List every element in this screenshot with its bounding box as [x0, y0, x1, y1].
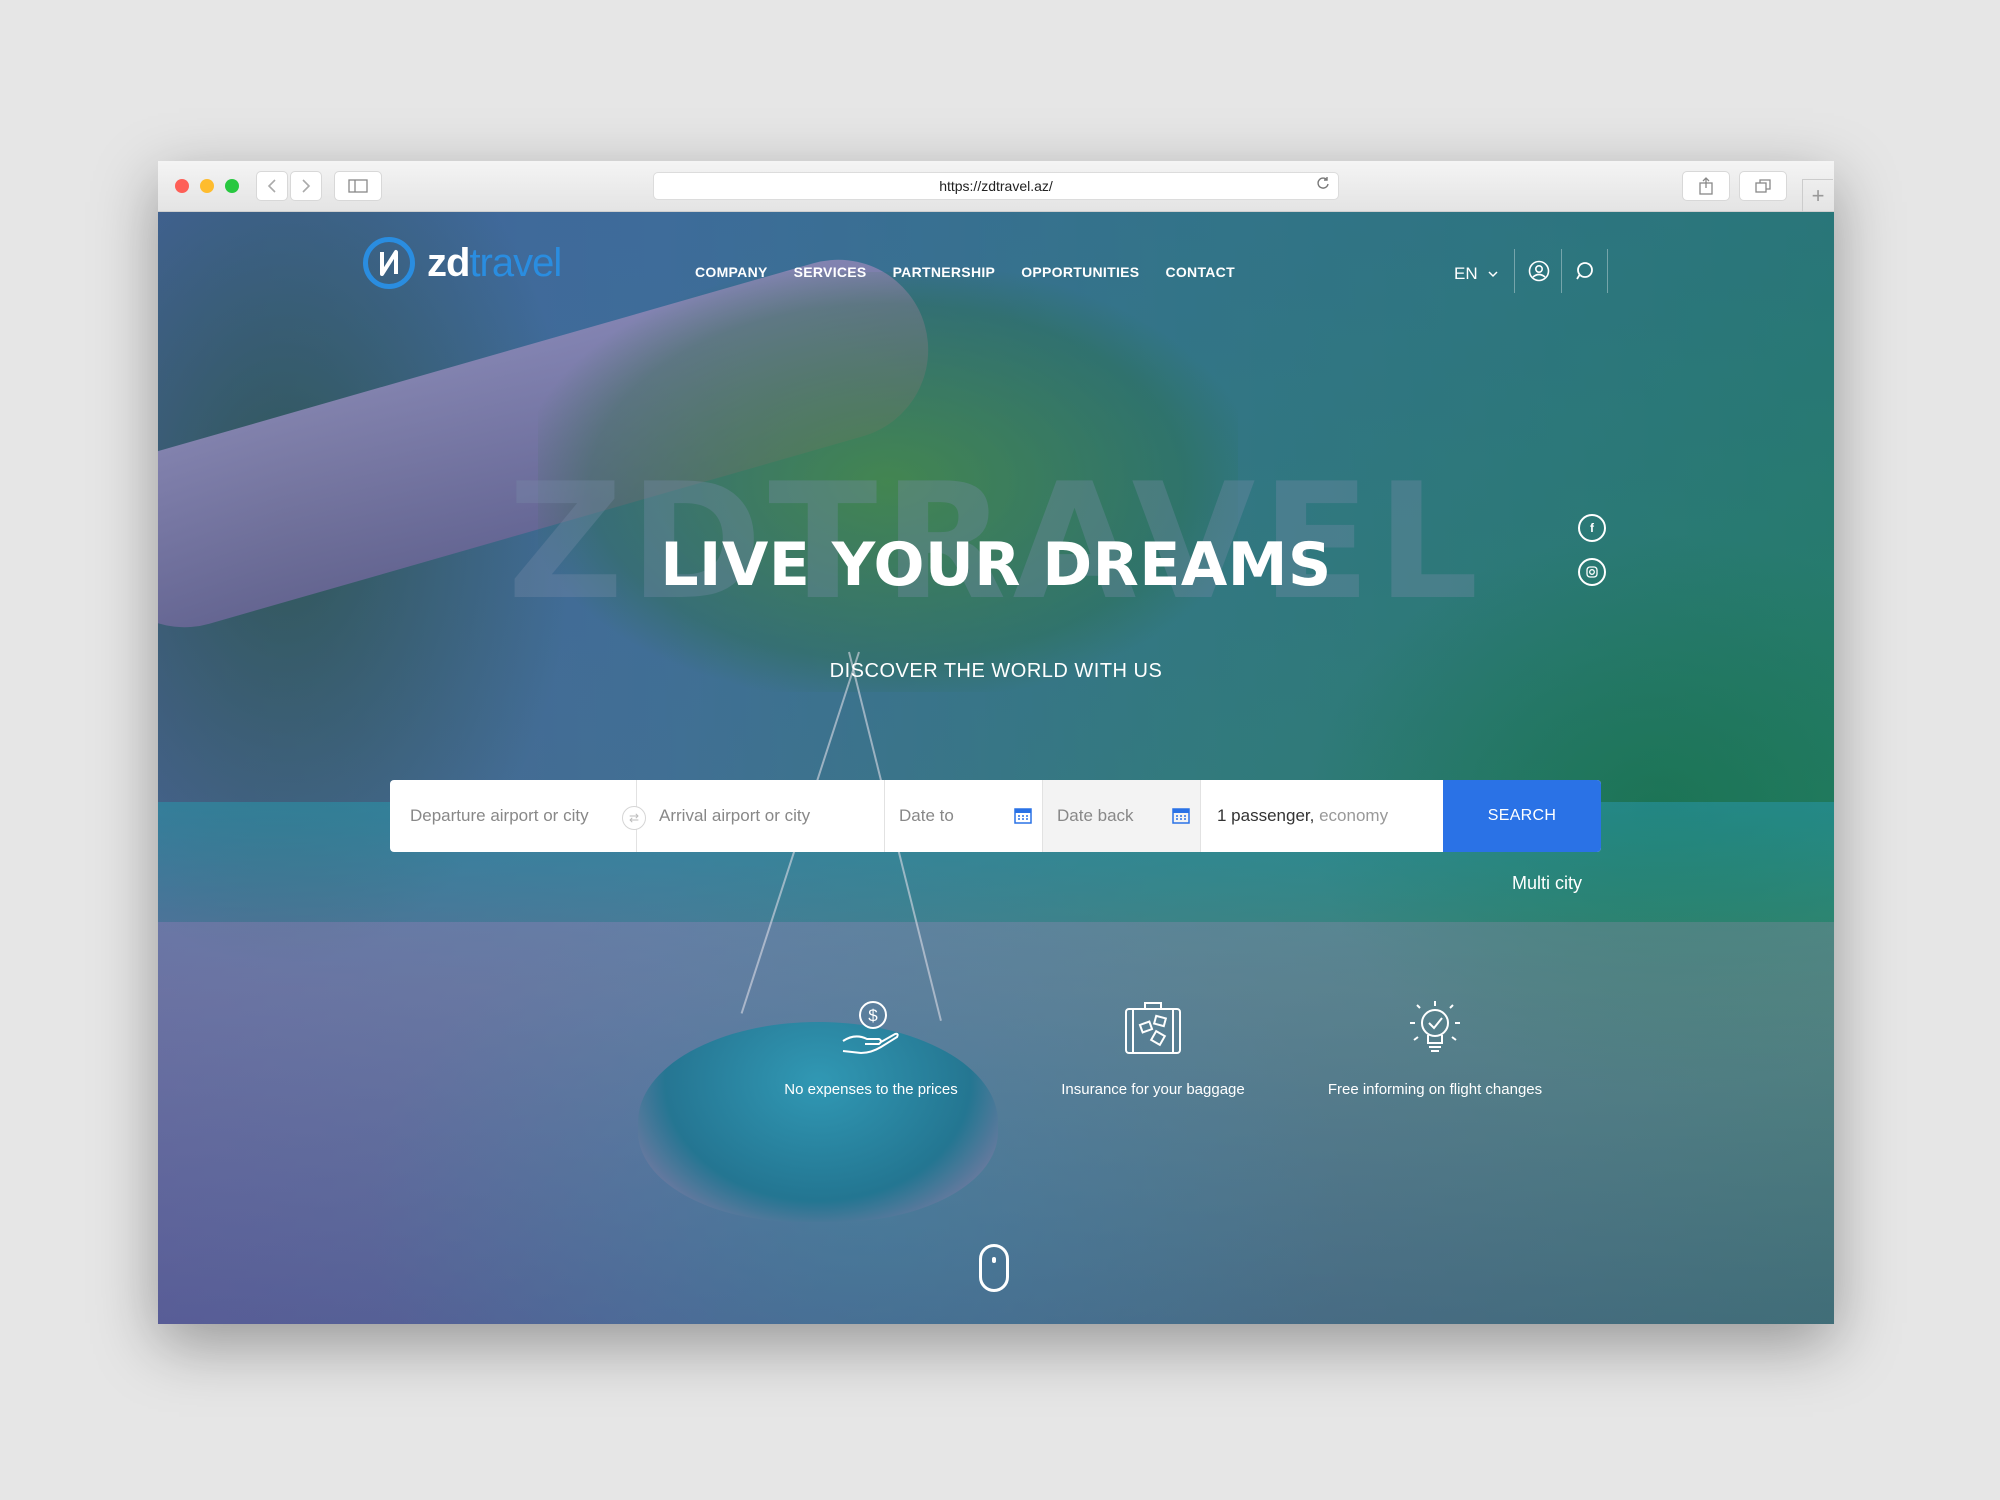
new-tab-button[interactable]: + — [1802, 179, 1833, 212]
chevron-down-icon — [1488, 271, 1498, 278]
calendar-icon — [1172, 808, 1190, 824]
passenger-count: 1 passenger, — [1217, 806, 1315, 825]
lightbulb-icon — [1305, 997, 1565, 1077]
date-to-placeholder: Date to — [899, 806, 954, 825]
share-button[interactable] — [1682, 171, 1730, 201]
search-button[interactable]: SEARCH — [1443, 780, 1601, 852]
flight-search-form: Departure airport or city ⇄ Arrival airp… — [390, 780, 1601, 852]
search-icon — [1576, 262, 1593, 280]
chevron-right-icon — [302, 179, 311, 193]
nav-partnership[interactable]: PARTNERSHIP — [893, 264, 996, 280]
tabs-icon — [1755, 179, 1771, 193]
sidebar-toggle-button[interactable] — [334, 171, 382, 201]
svg-text:$: $ — [868, 1006, 878, 1025]
scroll-down-icon[interactable] — [979, 1244, 1009, 1292]
site-header: zdtravel COMPANY SERVICES PARTNERSHIP OP… — [158, 212, 1834, 332]
departure-field[interactable]: Departure airport or city ⇄ — [390, 780, 646, 852]
reload-icon[interactable] — [1316, 176, 1330, 195]
header-divider — [1607, 249, 1608, 293]
social-links: f — [1578, 514, 1606, 602]
address-bar[interactable]: https://zdtravel.az/ — [653, 172, 1339, 200]
facebook-icon[interactable]: f — [1578, 514, 1606, 542]
date-back-placeholder: Date back — [1057, 806, 1134, 825]
logo-wordmark: zdtravel — [427, 240, 562, 286]
maximize-window-button[interactable] — [225, 179, 239, 193]
feature-label: No expenses to the prices — [784, 1081, 958, 1098]
hero-subtitle: DISCOVER THE WORLD WITH US — [829, 660, 1163, 682]
multi-city-link[interactable]: Multi city — [1512, 873, 1582, 894]
main-nav: COMPANY SERVICES PARTNERSHIP OPPORTUNITI… — [695, 264, 1261, 280]
feature-no-expenses: $ No expenses to the prices — [741, 997, 1001, 1098]
nav-contact[interactable]: CONTACT — [1165, 264, 1235, 280]
date-to-field[interactable]: Date to — [885, 780, 1043, 852]
feature-label: Insurance for your baggage — [1061, 1081, 1245, 1098]
nav-company[interactable]: COMPANY — [695, 264, 768, 280]
browser-window: https://zdtravel.az/ + zdtravel COMPANY … — [158, 161, 1834, 1324]
sidebar-icon — [348, 179, 368, 193]
date-back-field[interactable]: Date back — [1043, 780, 1201, 852]
feature-baggage-insurance: Insurance for your baggage — [1023, 997, 1283, 1098]
nav-opportunities[interactable]: OPPORTUNITIES — [1021, 264, 1139, 280]
site-logo[interactable]: zdtravel — [363, 237, 562, 289]
chevron-left-icon — [267, 179, 276, 193]
back-button[interactable] — [256, 171, 288, 201]
forward-button[interactable] — [290, 171, 322, 201]
baggage-icon — [1023, 997, 1283, 1077]
arrival-field[interactable]: Arrival airport or city — [637, 780, 885, 852]
plus-icon: + — [1811, 183, 1825, 208]
logo-mark-icon — [363, 237, 415, 289]
language-selector[interactable]: EN — [1454, 264, 1498, 284]
minimize-window-button[interactable] — [200, 179, 214, 193]
share-icon — [1699, 177, 1713, 195]
user-icon — [1528, 260, 1550, 282]
passenger-selector[interactable]: 1 passenger, economy — [1201, 780, 1443, 852]
arrival-placeholder: Arrival airport or city — [659, 806, 811, 825]
instagram-icon[interactable] — [1578, 558, 1606, 586]
tabs-overview-button[interactable] — [1739, 171, 1787, 201]
facebook-glyph: f — [1590, 521, 1594, 535]
url-text: https://zdtravel.az/ — [939, 178, 1053, 194]
feature-label: Free informing on flight changes — [1327, 1081, 1543, 1098]
close-window-button[interactable] — [175, 179, 189, 193]
search-button[interactable] — [1572, 258, 1598, 284]
account-button[interactable] — [1526, 258, 1552, 284]
language-label: EN — [1454, 264, 1478, 283]
cabin-class: economy — [1319, 806, 1389, 825]
header-divider — [1561, 249, 1562, 293]
money-hand-icon: $ — [741, 997, 1001, 1077]
logo-suffix: travel — [469, 240, 562, 285]
hero-background-image — [158, 212, 1834, 1324]
header-divider — [1514, 249, 1515, 293]
nav-services[interactable]: SERVICES — [794, 264, 867, 280]
browser-toolbar: https://zdtravel.az/ + — [158, 161, 1834, 212]
feature-flight-changes: Free informing on flight changes — [1305, 997, 1565, 1098]
logo-prefix: zd — [427, 240, 470, 285]
calendar-icon — [1014, 808, 1032, 824]
departure-placeholder: Departure airport or city — [410, 806, 589, 825]
page-viewport: zdtravel COMPANY SERVICES PARTNERSHIP OP… — [158, 212, 1834, 1324]
